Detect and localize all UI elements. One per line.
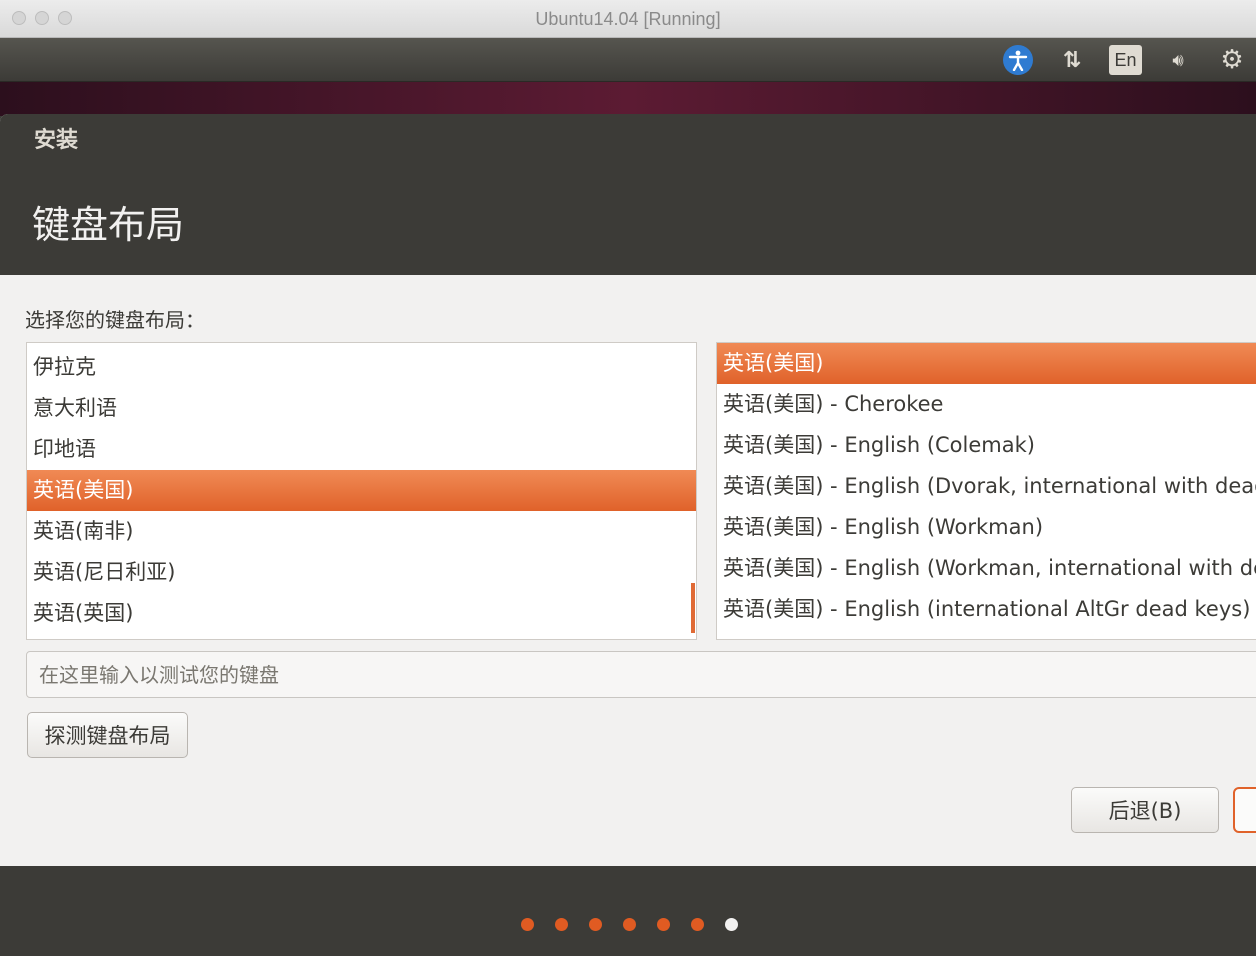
page-title: 键盘布局 <box>32 203 185 247</box>
progress-dot <box>622 918 636 931</box>
layout-list-item[interactable]: 英语(南非) <box>27 511 696 552</box>
network-icon[interactable]: ⇅ <box>1057 46 1087 74</box>
keyboard-layout-list[interactable]: 伊拉克 意大利语 印地语 英语(美国) 英语(南非) 英语(尼日利亚) 英语(英… <box>26 342 697 640</box>
host-window-titlebar: Ubuntu14.04 [Running] <box>0 0 1256 38</box>
keyboard-variant-list[interactable]: 英语(美国) 英语(美国) - Cherokee 英语(美国) - Englis… <box>716 342 1256 640</box>
progress-dot <box>520 918 534 931</box>
variant-list-item[interactable]: 英语(美国) - English (Workman, international… <box>717 548 1256 589</box>
layout-list-scrollbar[interactable] <box>691 583 695 633</box>
layout-list-item[interactable]: 伊拉克 <box>27 347 696 388</box>
layout-prompt-label: 选择您的键盘布局： <box>25 308 205 332</box>
accessibility-icon[interactable] <box>1003 45 1033 75</box>
progress-dot <box>656 918 670 931</box>
variant-list-item[interactable]: 英语(美国) - English (Colemak) <box>717 425 1256 466</box>
variant-list-item[interactable]: 英语(美国) - English (Dvorak, international … <box>717 466 1256 507</box>
progress-dot <box>690 918 704 931</box>
installer-window-title: 安装 <box>34 128 79 153</box>
volume-icon[interactable]: 🔊︎ <box>1160 46 1196 74</box>
layout-list-item[interactable]: 英语(尼日利亚) <box>27 552 696 593</box>
detect-layout-button[interactable]: 探测键盘布局 <box>27 712 188 758</box>
variant-list-item-selected[interactable]: 英语(美国) <box>717 343 1256 384</box>
installer-header: 安装 键盘布局 <box>0 114 1256 275</box>
layout-list-item[interactable]: 意大利语 <box>27 388 696 429</box>
ubuntu-top-panel: ⇅ En 🔊︎ ⚙ <box>0 38 1256 82</box>
desktop-background <box>0 82 1256 116</box>
keyboard-indicator-icon[interactable]: En <box>1109 45 1142 75</box>
installer-footer <box>0 866 1256 956</box>
layout-list-item-selected[interactable]: 英语(美国) <box>27 470 696 511</box>
layout-list-item[interactable]: 印地语 <box>27 429 696 470</box>
progress-dot <box>588 918 602 931</box>
progress-dot-current <box>724 918 738 931</box>
keyboard-test-input[interactable] <box>26 651 1256 698</box>
progress-dot <box>554 918 568 931</box>
variant-list-item[interactable]: 英语(美国) - English (international AltGr de… <box>717 589 1256 630</box>
back-button[interactable]: 后退(B) <box>1071 787 1219 833</box>
settings-gear-icon[interactable]: ⚙ <box>1215 45 1249 75</box>
continue-button[interactable] <box>1233 787 1256 833</box>
variant-list-item[interactable]: 英语(美国) - English (Workman) <box>717 507 1256 548</box>
progress-dots <box>0 918 1256 931</box>
variant-list-item[interactable]: 英语(美国) - Cherokee <box>717 384 1256 425</box>
host-window-title: Ubuntu14.04 [Running] <box>535 9 721 29</box>
layout-list-item[interactable]: 英语(英国) <box>27 593 696 634</box>
installer-window: 安装 键盘布局 选择您的键盘布局： 伊拉克 意大利语 印地语 英语(美国) 英语… <box>0 114 1256 956</box>
